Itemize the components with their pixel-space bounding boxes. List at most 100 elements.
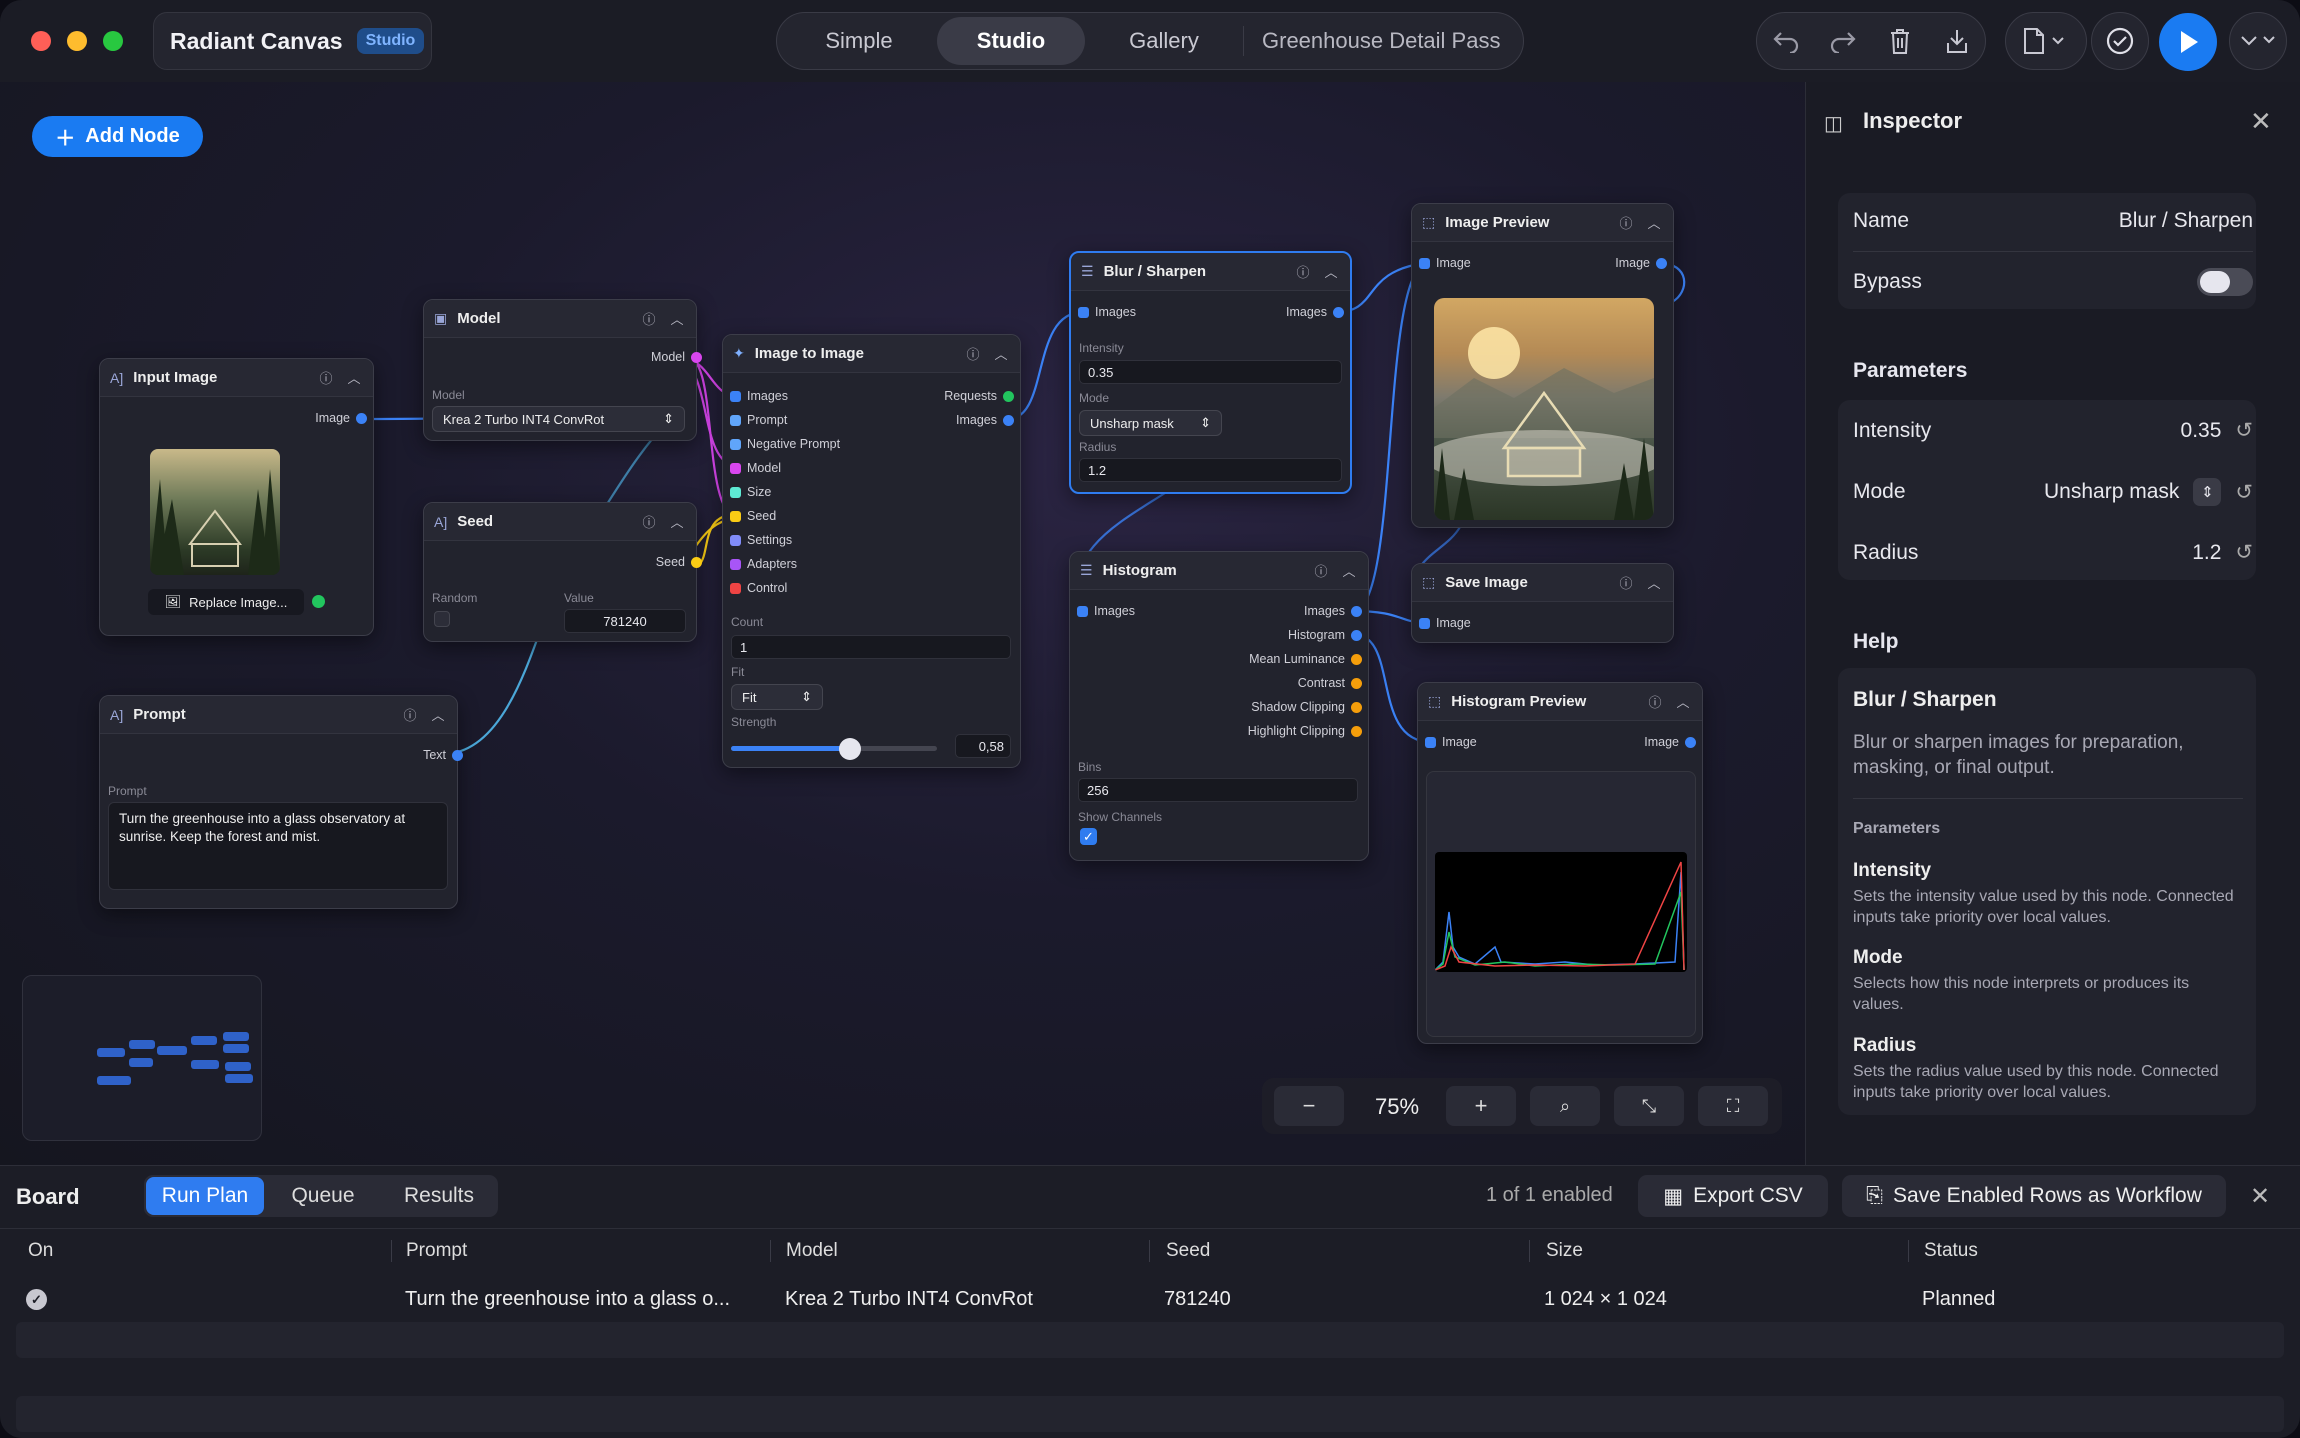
output-port-mean-luminance[interactable]: Mean Luminance xyxy=(1249,652,1362,666)
port-dot[interactable] xyxy=(691,556,702,568)
node-input-image[interactable]: A] Input Image ⓘ ︿ Image 🖼 Replace Image... xyxy=(99,358,374,636)
collapse-chevron-icon[interactable]: ︿ xyxy=(992,344,1010,363)
port-dot[interactable] xyxy=(1003,414,1014,426)
input-port-settings[interactable]: Settings xyxy=(730,533,792,547)
radius-field[interactable]: 1.2 xyxy=(1079,458,1342,482)
output-port-images[interactable]: Images xyxy=(1286,305,1344,319)
validate-button[interactable] xyxy=(2091,12,2149,70)
fit-select[interactable]: Fit ⇕ xyxy=(731,684,823,710)
port-dot[interactable] xyxy=(452,749,463,761)
close-window-button[interactable] xyxy=(31,31,51,51)
port-dot[interactable] xyxy=(691,351,702,363)
reset-icon[interactable]: ↺ xyxy=(2235,480,2253,505)
close-board-button[interactable]: ✕ xyxy=(2250,1182,2270,1211)
count-field[interactable]: 1 xyxy=(731,635,1011,659)
column-header-on[interactable]: On xyxy=(28,1240,53,1262)
output-port-images[interactable]: Images xyxy=(956,413,1014,427)
input-port-seed[interactable]: Seed xyxy=(730,509,776,523)
zoom-out-button[interactable]: − xyxy=(1274,1086,1344,1126)
collapse-chevron-icon[interactable]: ︿ xyxy=(345,368,363,387)
collapse-chevron-icon[interactable]: ︿ xyxy=(668,512,686,531)
info-icon[interactable]: ⓘ xyxy=(317,368,335,387)
output-port-contrast[interactable]: Contrast xyxy=(1298,676,1362,690)
seed-value-field[interactable]: 781240 xyxy=(564,609,686,633)
run-button[interactable] xyxy=(2159,13,2217,71)
info-icon[interactable]: ⓘ xyxy=(401,705,419,724)
updown-chevron-icon[interactable]: ⇕ xyxy=(2193,478,2222,506)
fullscreen-button[interactable]: ⛶ xyxy=(1698,1086,1768,1126)
info-icon[interactable]: ⓘ xyxy=(640,309,658,328)
port-dot[interactable] xyxy=(730,582,741,594)
delete-button[interactable] xyxy=(1878,19,1922,63)
port-dot[interactable] xyxy=(1419,257,1430,269)
input-port-image[interactable]: Image xyxy=(1419,256,1471,270)
input-port-adapters[interactable]: Adapters xyxy=(730,557,797,571)
prompt-textarea[interactable]: Turn the greenhouse into a glass observa… xyxy=(108,802,448,890)
port-dot[interactable] xyxy=(1685,736,1696,748)
minimize-window-button[interactable] xyxy=(67,31,87,51)
input-port-model[interactable]: Model xyxy=(730,461,781,475)
name-value[interactable]: Blur / Sharpen xyxy=(2119,209,2253,233)
add-node-button[interactable]: ＋ Add Node xyxy=(32,116,203,157)
zoom-window-button[interactable] xyxy=(103,31,123,51)
column-header-prompt[interactable]: Prompt xyxy=(406,1240,467,1262)
bins-field[interactable]: 256 xyxy=(1078,778,1358,802)
collapse-chevron-icon[interactable]: ︿ xyxy=(1340,561,1358,580)
collapse-chevron-icon[interactable]: ︿ xyxy=(429,705,447,724)
port-dot[interactable] xyxy=(1351,701,1362,713)
tab-gallery[interactable]: Gallery xyxy=(1085,17,1243,65)
input-port-image[interactable]: Image xyxy=(1419,616,1471,630)
column-header-seed[interactable]: Seed xyxy=(1166,1240,1210,1262)
file-menu-button[interactable] xyxy=(2005,12,2087,70)
input-port-negative-prompt[interactable]: Negative Prompt xyxy=(730,437,840,451)
expand-button[interactable]: ⤡ xyxy=(1614,1086,1684,1126)
tab-run-plan[interactable]: Run Plan xyxy=(146,1177,264,1215)
node-header[interactable]: ▣ Model ⓘ ︿ xyxy=(424,300,696,338)
tab-studio[interactable]: Studio xyxy=(937,17,1085,65)
input-port-images[interactable]: Images xyxy=(730,389,788,403)
export-csv-button[interactable]: ▦ Export CSV xyxy=(1638,1175,1828,1217)
node-header[interactable]: ⬚ Image Preview ⓘ ︿ xyxy=(1412,204,1673,242)
node-histogram-preview[interactable]: ⬚ Histogram Preview ⓘ ︿ Image Image xyxy=(1417,682,1703,1044)
output-port-image[interactable]: Image xyxy=(1644,735,1696,749)
collapse-chevron-icon[interactable]: ︿ xyxy=(1674,692,1692,711)
input-port-prompt[interactable]: Prompt xyxy=(730,413,787,427)
node-header[interactable]: A] Input Image ⓘ ︿ xyxy=(100,359,373,397)
input-port-size[interactable]: Size xyxy=(730,485,771,499)
document-name[interactable]: Greenhouse Detail Pass xyxy=(1244,28,1500,54)
node-blur-sharpen[interactable]: ☰ Blur / Sharpen ⓘ ︿ Images Images Intensit… xyxy=(1069,251,1352,494)
info-icon[interactable]: ⓘ xyxy=(1617,213,1635,232)
info-icon[interactable]: ⓘ xyxy=(1294,262,1312,281)
output-port-model[interactable]: Model xyxy=(651,350,702,364)
port-dot[interactable] xyxy=(730,462,741,474)
run-options-button[interactable] xyxy=(2229,12,2287,70)
reset-icon[interactable]: ↺ xyxy=(2235,418,2253,443)
port-dot[interactable] xyxy=(730,414,741,426)
output-port-shadow-clipping[interactable]: Shadow Clipping xyxy=(1251,700,1362,714)
port-dot[interactable] xyxy=(1351,653,1362,665)
node-image-to-image[interactable]: ✦ Image to Image ⓘ ︿ Images Prompt Negative… xyxy=(722,334,1021,768)
row-enabled-checkbox[interactable]: ✓ xyxy=(26,1289,47,1310)
strength-value-field[interactable]: 0,58 xyxy=(955,734,1011,758)
info-icon[interactable]: ⓘ xyxy=(1312,561,1330,580)
collapse-chevron-icon[interactable]: ︿ xyxy=(1645,573,1663,592)
radius-value[interactable]: 1.2 xyxy=(2192,541,2221,565)
info-icon[interactable]: ⓘ xyxy=(1646,692,1664,711)
strength-slider-track[interactable] xyxy=(731,738,937,760)
info-icon[interactable]: ⓘ xyxy=(1617,573,1635,592)
port-dot[interactable] xyxy=(730,438,741,450)
node-image-preview[interactable]: ⬚ Image Preview ⓘ ︿ Image Image xyxy=(1411,203,1674,528)
port-dot[interactable] xyxy=(1656,257,1667,269)
port-dot[interactable] xyxy=(1351,677,1362,689)
port-dot[interactable] xyxy=(1351,605,1362,617)
port-dot[interactable] xyxy=(1425,736,1436,748)
node-header[interactable]: ☰ Histogram ⓘ ︿ xyxy=(1070,552,1368,590)
close-inspector-button[interactable]: ✕ xyxy=(2250,106,2272,137)
port-dot[interactable] xyxy=(730,534,741,546)
tab-results[interactable]: Results xyxy=(382,1177,496,1215)
intensity-value[interactable]: 0.35 xyxy=(2181,419,2222,443)
input-port-image[interactable]: Image xyxy=(1425,735,1477,749)
port-dot[interactable] xyxy=(730,558,741,570)
collapse-chevron-icon[interactable]: ︿ xyxy=(1645,213,1663,232)
strength-slider-knob[interactable] xyxy=(839,738,862,760)
